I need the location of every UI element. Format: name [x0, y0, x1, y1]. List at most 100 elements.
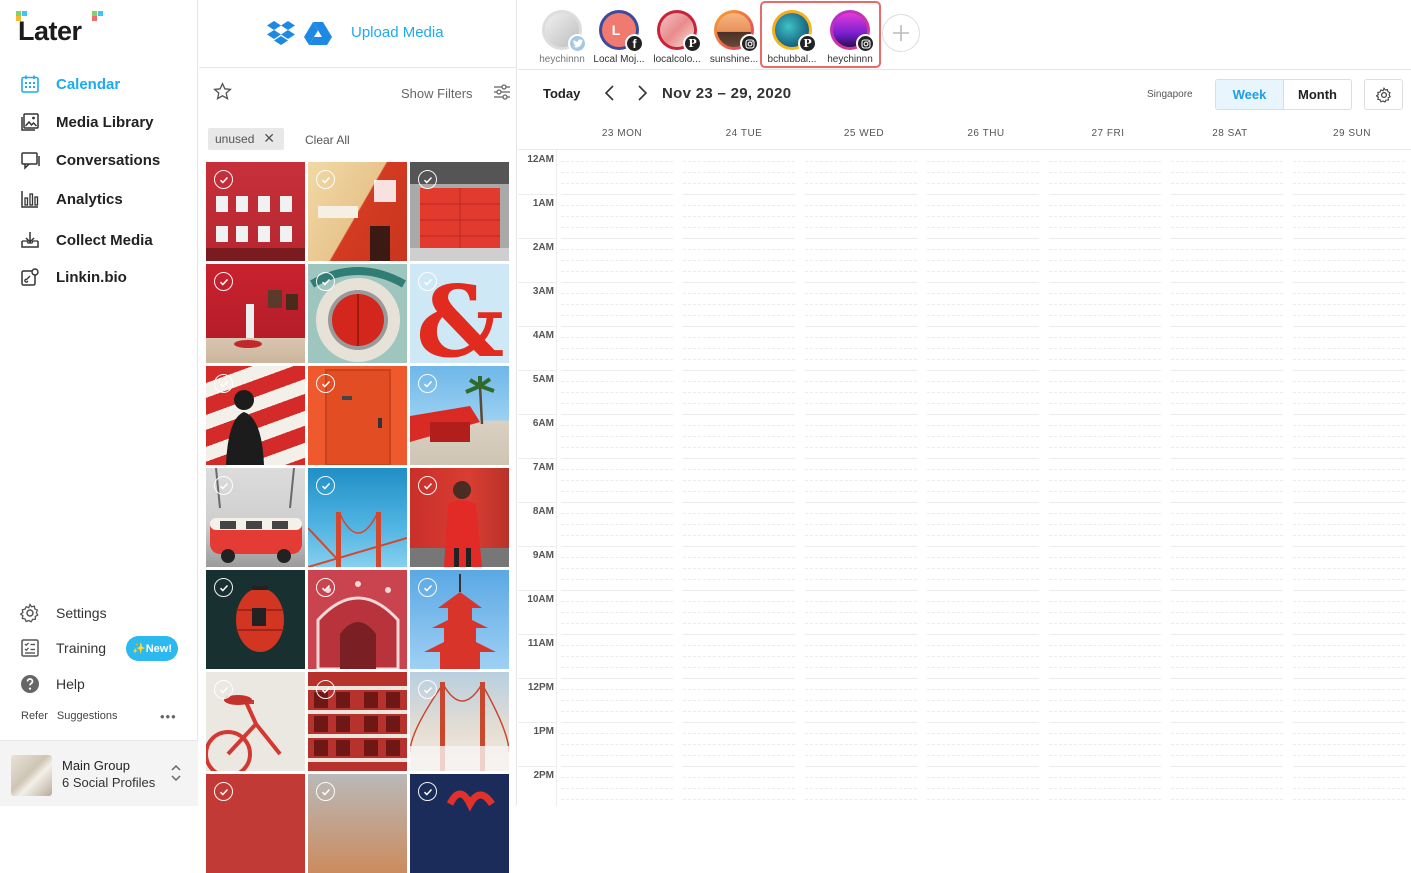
calendar-settings-button[interactable] — [1364, 79, 1403, 110]
media-tile[interactable] — [206, 468, 305, 567]
media-tile[interactable] — [308, 264, 407, 363]
filter-chip-unused: unused ✕ — [208, 128, 284, 150]
media-tile[interactable] — [410, 774, 509, 873]
upload-media-button[interactable]: Upload Media — [351, 24, 444, 41]
nav-item-collect-media[interactable]: Collect Media — [20, 228, 153, 252]
media-tile[interactable] — [206, 162, 305, 261]
day-header: 24 TUE — [725, 128, 763, 139]
hour-label: 10AM — [527, 594, 554, 605]
checkmark-icon[interactable] — [418, 476, 437, 495]
calendar-icon — [20, 74, 40, 94]
checkmark-icon[interactable] — [214, 272, 233, 291]
checkmark-icon[interactable] — [418, 680, 437, 699]
media-tile[interactable] — [410, 570, 509, 669]
checkmark-icon[interactable] — [316, 476, 335, 495]
gear-icon — [1375, 86, 1391, 103]
media-tile[interactable] — [410, 366, 509, 465]
checkmark-icon[interactable] — [316, 782, 335, 801]
settings-link[interactable]: Settings — [20, 602, 107, 624]
nav-item-analytics[interactable]: Analytics — [20, 187, 123, 211]
day-header: 26 THU — [967, 128, 1005, 139]
nav-item-media-library[interactable]: Media Library — [20, 110, 154, 134]
google-drive-icon[interactable] — [304, 21, 332, 50]
help-link[interactable]: Help — [20, 673, 85, 695]
week-view-button[interactable]: Week — [1216, 80, 1284, 109]
media-tile[interactable] — [206, 264, 305, 363]
today-button[interactable]: Today — [543, 86, 580, 101]
checkmark-icon[interactable] — [418, 272, 437, 291]
media-tile[interactable] — [308, 774, 407, 873]
hour-label: 7AM — [532, 462, 554, 473]
checkmark-icon[interactable] — [214, 374, 233, 393]
suggestions-link[interactable]: Suggestions — [57, 710, 118, 722]
media-tile[interactable] — [206, 570, 305, 669]
chevron-right-icon[interactable] — [636, 84, 648, 107]
media-tile[interactable] — [410, 468, 509, 567]
media-tile[interactable] — [308, 570, 407, 669]
checkmark-icon[interactable] — [316, 578, 335, 597]
more-dots-icon[interactable]: ••• — [160, 709, 177, 724]
media-tile[interactable] — [206, 774, 305, 873]
checkmark-icon[interactable] — [214, 680, 233, 699]
media-tile[interactable] — [308, 162, 407, 261]
nav-label: Collect Media — [56, 231, 153, 249]
nav-item-linkin-bio[interactable]: Linkin.bio — [20, 265, 127, 289]
media-tile[interactable] — [206, 672, 305, 771]
checkmark-icon[interactable] — [418, 374, 437, 393]
media-tile[interactable] — [206, 366, 305, 465]
profile-bar: heychinnn L f Local Moj... P localcolo..… — [518, 0, 1411, 70]
nav-item-calendar[interactable]: Calendar — [20, 72, 120, 96]
media-tile[interactable] — [308, 468, 407, 567]
star-icon[interactable] — [213, 82, 232, 106]
selected-profiles-highlight — [760, 1, 881, 68]
month-view-button[interactable]: Month — [1284, 80, 1351, 109]
group-switcher[interactable]: Main Group 6 Social Profiles — [0, 740, 198, 806]
checkmark-icon[interactable] — [214, 170, 233, 189]
later-logo[interactable]: Later — [16, 11, 103, 48]
date-range-title: Nov 23 – 29, 2020 — [662, 85, 792, 102]
nav-label: Calendar — [56, 75, 121, 93]
link-bio-icon — [20, 267, 40, 287]
nav-label: Conversations — [56, 151, 161, 169]
hour-label: 4AM — [532, 330, 554, 341]
sliders-icon[interactable] — [493, 83, 511, 106]
media-tile[interactable] — [308, 366, 407, 465]
training-label: Training — [56, 640, 107, 656]
hour-label: 6AM — [532, 418, 554, 429]
checkmark-icon[interactable] — [418, 782, 437, 801]
chat-icon — [20, 150, 40, 170]
checkmark-icon[interactable] — [214, 578, 233, 597]
avatar — [542, 10, 587, 53]
nav-item-conversations[interactable]: Conversations — [20, 148, 160, 172]
brand-name: Later — [18, 15, 82, 46]
media-tile[interactable] — [308, 672, 407, 771]
clear-all-button[interactable]: Clear All — [305, 133, 350, 147]
media-tile[interactable] — [410, 162, 509, 261]
checkmark-icon[interactable] — [214, 782, 233, 801]
close-icon[interactable]: ✕ — [263, 130, 275, 147]
checkmark-icon[interactable] — [316, 272, 335, 291]
download-tray-icon — [20, 230, 40, 250]
checkmark-icon[interactable] — [214, 476, 233, 495]
hour-label: 2PM — [533, 770, 554, 781]
week-grid[interactable]: 12AM 1AM 2AM 3AM 4AM 5AM 6AM 7AM 8AM 9AM 10AM 11AM 1… — [518, 150, 1411, 806]
chip-label: unused — [215, 132, 255, 146]
add-profile-button[interactable] — [882, 14, 920, 52]
new-badge[interactable]: ✨New! — [126, 636, 178, 661]
checkmark-icon[interactable] — [418, 578, 437, 597]
checkmark-icon[interactable] — [418, 170, 437, 189]
upload-row: Upload Media — [199, 0, 517, 68]
checkmark-icon[interactable] — [316, 170, 335, 189]
checkmark-icon[interactable] — [316, 680, 335, 699]
show-filters-button[interactable]: Show Filters — [401, 86, 473, 101]
timezone-label[interactable]: Singapore — [1147, 89, 1193, 100]
media-tile[interactable]: & — [410, 264, 509, 363]
filter-row: Show Filters — [205, 70, 511, 116]
checkmark-icon[interactable] — [316, 374, 335, 393]
chevron-left-icon[interactable] — [604, 84, 616, 107]
avatar: L f — [599, 10, 644, 53]
dropbox-icon[interactable] — [267, 20, 295, 51]
training-link[interactable]: Training — [20, 637, 106, 659]
media-tile[interactable] — [410, 672, 509, 771]
refer-link[interactable]: Refer — [21, 710, 48, 722]
